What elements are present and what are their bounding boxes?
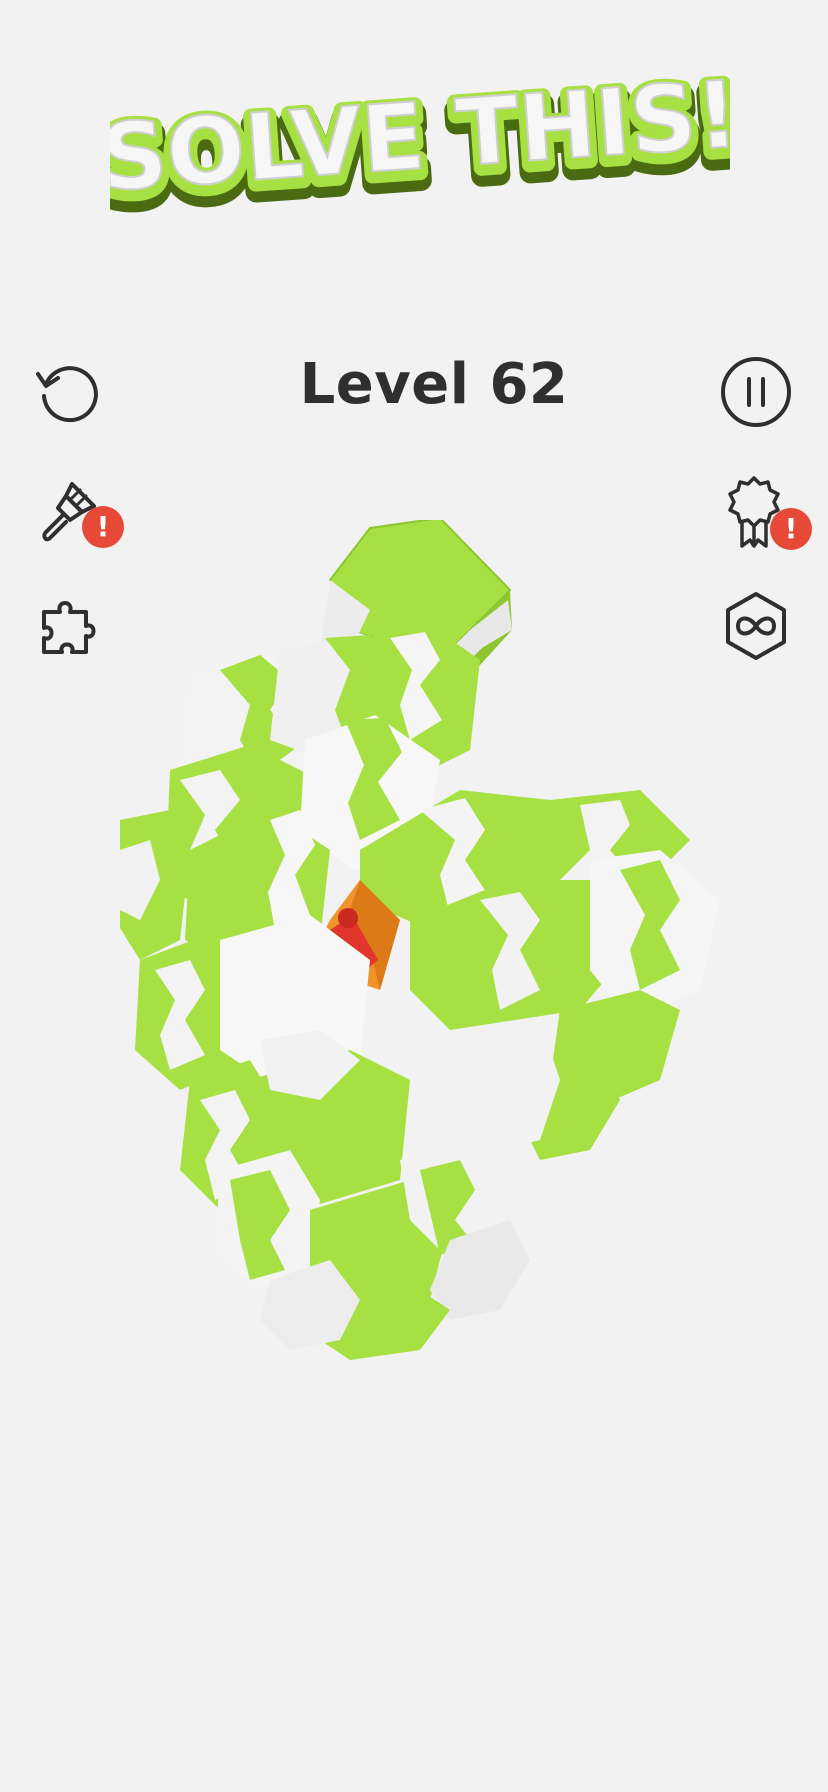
pause-icon xyxy=(721,357,791,427)
restart-icon xyxy=(36,366,98,423)
cube-puzzle[interactable] xyxy=(120,520,740,1370)
banner-title: SOLVE THIS! xyxy=(110,61,730,212)
puzzle-piece-icon xyxy=(42,601,96,654)
solve-this-banner: SOLVE THIS! SOLVE THIS! SOLVE THIS! xyxy=(110,60,730,230)
restart-button[interactable] xyxy=(26,350,110,434)
game-screen: SOLVE THIS! SOLVE THIS! SOLVE THIS! Leve… xyxy=(0,0,828,1792)
puzzle-button[interactable] xyxy=(26,584,110,668)
achievements-alert-badge: ! xyxy=(770,508,812,550)
pause-button[interactable] xyxy=(714,350,798,434)
level-title: Level 62 xyxy=(299,352,569,417)
paint-alert-badge: ! xyxy=(82,506,124,548)
cube-block-right[interactable] xyxy=(360,790,720,1160)
